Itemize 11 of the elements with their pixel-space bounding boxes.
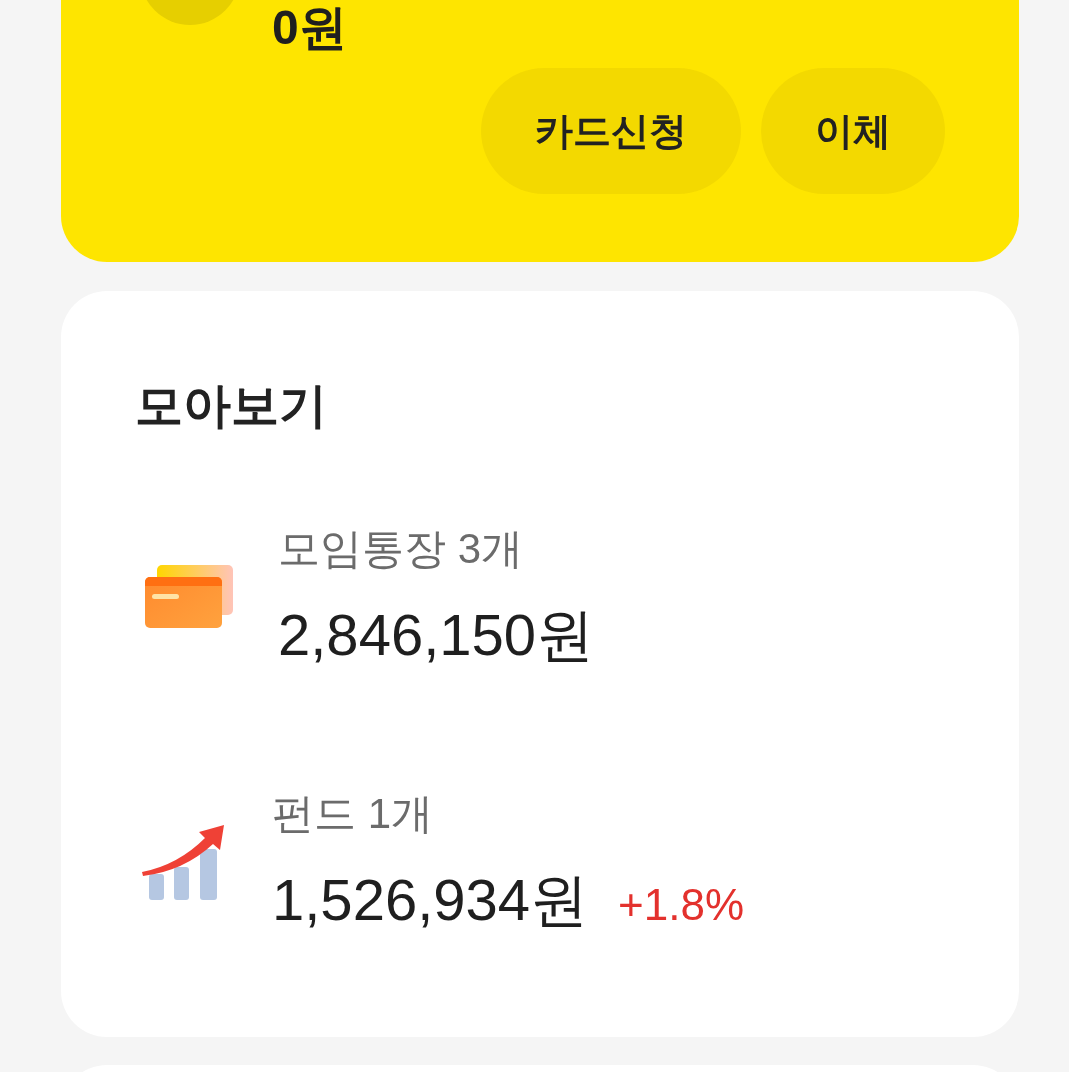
rising-chart-icon <box>142 822 225 900</box>
item-label: 모임통장 3개 <box>278 524 525 574</box>
item-label: 펀드 1개 <box>272 789 435 839</box>
action-button[interactable]: 이체 <box>761 68 945 194</box>
change-percent: +1.8% <box>618 879 744 931</box>
balance-amount: 0원 <box>272 0 347 56</box>
cards-icon <box>145 564 233 628</box>
item-amount: 1,526,934원 <box>272 866 589 934</box>
action-button[interactable]: 카드신청 <box>481 68 741 194</box>
section-title: 모아보기 <box>135 378 328 434</box>
item-amount: 2,846,150원 <box>278 601 595 669</box>
